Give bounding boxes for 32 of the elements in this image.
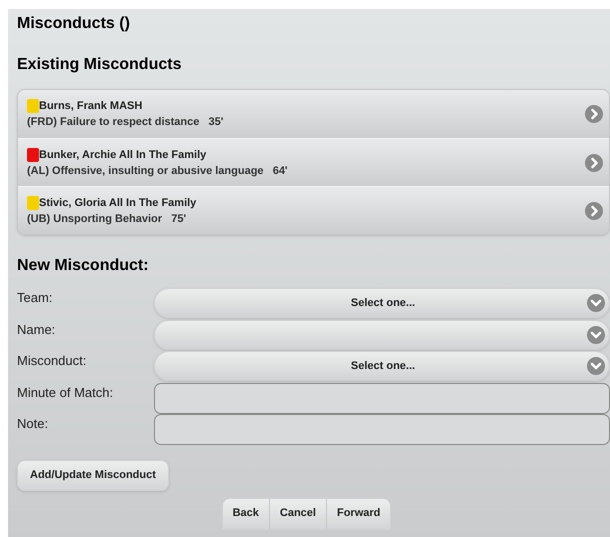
input-field[interactable] [154, 414, 610, 445]
field-label: Misconduct: [17, 352, 88, 369]
misconduct-item[interactable]: Bunker, Archie All In The Family (AL) Offensive, insulting or abusive language 64' [18, 138, 609, 186]
section-heading: New Misconduct: [17, 256, 149, 276]
chevron-down-icon [587, 357, 605, 375]
nav-button[interactable]: Back [222, 498, 269, 528]
misconduct-item[interactable]: Burns, Frank MASH (FRD) Failure to respect distance 35' [18, 90, 609, 138]
chevron-down-icon [587, 326, 605, 344]
player-name: Bunker, Archie All In The Family [39, 148, 206, 162]
select-dropdown[interactable] [154, 320, 610, 350]
field-label: Minute of Match: [17, 384, 114, 400]
chevron-right-icon [585, 105, 603, 123]
field-label: Name: [17, 320, 56, 338]
input-field[interactable] [154, 382, 610, 414]
misconduct-item[interactable]: Stivic, Gloria All In The Family (UB) Unsporting Behavior 75' [18, 186, 609, 234]
misconduct-detail: (AL) Offensive, insulting or abusive language 64' [27, 164, 288, 178]
page-title: Misconducts () [17, 14, 130, 34]
chevron-down-icon [587, 294, 605, 312]
player-name: Stivic, Gloria All In The Family [39, 196, 196, 210]
misconduct-detail: (FRD) Failure to respect distance 35' [27, 115, 224, 129]
section-heading: Existing Misconducts [17, 55, 182, 75]
add-update-button[interactable]: Add/Update Misconduct [17, 460, 169, 490]
field-label: Note: [17, 415, 50, 432]
select-dropdown[interactable]: Select one... [154, 288, 610, 318]
nav-button[interactable]: Forward [326, 498, 390, 528]
player-name: Burns, Frank MASH [39, 100, 142, 113]
misconduct-detail: (UB) Unsporting Behavior 75' [27, 212, 186, 226]
chevron-right-icon [585, 154, 603, 172]
nav-button[interactable]: Cancel [268, 498, 326, 528]
field-label: Team: [17, 289, 54, 306]
select-dropdown[interactable]: Select one... [154, 351, 610, 381]
chevron-right-icon [585, 202, 603, 220]
